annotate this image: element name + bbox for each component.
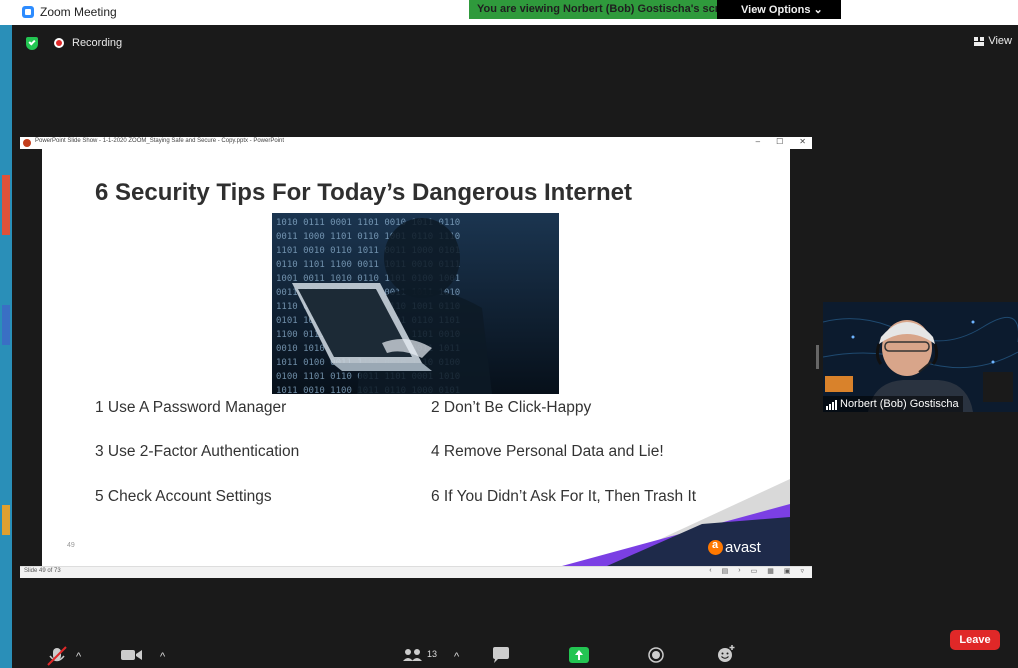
leave-button[interactable]: Leave xyxy=(950,630,1000,650)
slide-page-number: 49 xyxy=(67,542,75,549)
slideshow-icon[interactable]: ▿ xyxy=(800,567,804,575)
meeting-area: Recording View PowerPoint Slide Show - 1… xyxy=(12,25,1018,668)
window-title: Zoom Meeting xyxy=(40,5,117,19)
participants-chevron-icon[interactable]: ^ xyxy=(454,651,459,663)
share-screen-icon[interactable] xyxy=(569,647,589,663)
background-window-fragment xyxy=(2,505,10,535)
meeting-toolbar: ^ ^ 13 ^ xyxy=(12,643,1018,668)
resize-handle[interactable] xyxy=(816,345,819,369)
next-slide-icon[interactable]: › xyxy=(738,567,740,575)
encryption-shield-icon[interactable] xyxy=(26,37,38,50)
grid-view-icon xyxy=(974,36,985,46)
ppt-window-controls: – ☐ ✕ xyxy=(756,137,806,146)
muted-microphone-icon[interactable] xyxy=(42,645,72,667)
view-button[interactable]: View xyxy=(974,35,1012,47)
slide-corner-decoration xyxy=(562,479,790,566)
slide-counter: Slide 49 of 73 xyxy=(24,568,61,574)
maximize-icon: ☐ xyxy=(776,137,784,146)
avast-logo: avast xyxy=(708,539,761,556)
powerpoint-icon xyxy=(23,139,31,147)
chevron-down-icon: ⌄ xyxy=(813,4,823,16)
share-message: You are viewing Norbert (Bob) Gostischa'… xyxy=(469,0,717,19)
audio-options-chevron-icon[interactable]: ^ xyxy=(76,651,81,663)
view-options-label: View Options xyxy=(741,4,811,16)
recording-icon xyxy=(54,38,64,48)
video-options-chevron-icon[interactable]: ^ xyxy=(160,651,165,663)
minimize-icon: – xyxy=(755,137,761,146)
ppt-statusbar: Slide 49 of 73 ‹ ▤ › ▭ ▦ ▣ ▿ xyxy=(20,566,812,578)
screen-share-banner: You are viewing Norbert (Bob) Gostischa'… xyxy=(469,0,841,19)
record-icon[interactable] xyxy=(648,647,664,663)
previous-slide-icon[interactable]: ‹ xyxy=(709,567,711,575)
reading-view-icon[interactable]: ▣ xyxy=(784,567,791,575)
close-icon: ✕ xyxy=(799,137,806,146)
signal-strength-icon xyxy=(826,400,837,410)
slide-menu-icon[interactable]: ▤ xyxy=(722,567,729,575)
slide-sorter-icon[interactable]: ▦ xyxy=(767,567,774,575)
participant-video[interactable]: Norbert (Bob) Gostischa xyxy=(823,302,1018,412)
video-camera-icon[interactable] xyxy=(120,647,144,663)
avast-wordmark: avast xyxy=(725,539,761,556)
participant-name: Norbert (Bob) Gostischa xyxy=(840,398,959,410)
participants-icon[interactable] xyxy=(402,647,424,663)
recording-label: Recording xyxy=(72,37,123,49)
view-options-button[interactable]: View Options ⌄ xyxy=(717,0,823,19)
background-window-strip xyxy=(0,25,12,668)
ppt-window-title: PowerPoint Slide Show - 1-1-2020 ZOOM_St… xyxy=(35,138,285,144)
chat-icon[interactable] xyxy=(492,647,510,663)
slideshow-controls: ‹ ▤ › ▭ ▦ ▣ ▿ xyxy=(709,567,804,575)
view-label: View xyxy=(988,35,1012,47)
background-window-fragment xyxy=(2,305,10,345)
presentation-slide: 6 Security Tips For Today’s Dangerous In… xyxy=(42,149,790,566)
shared-powerpoint-window: PowerPoint Slide Show - 1-1-2020 ZOOM_St… xyxy=(20,137,812,578)
participant-name-tag: Norbert (Bob) Gostischa xyxy=(823,396,963,412)
background-window-fragment xyxy=(2,175,10,235)
normal-view-icon[interactable]: ▭ xyxy=(751,567,758,575)
reactions-icon[interactable] xyxy=(716,645,736,663)
slide-letterbox-left xyxy=(20,149,42,566)
avast-logo-icon xyxy=(708,539,723,555)
participants-count: 13 xyxy=(427,649,438,659)
slide-letterbox-right xyxy=(790,149,812,566)
zoom-app-icon xyxy=(22,6,34,18)
